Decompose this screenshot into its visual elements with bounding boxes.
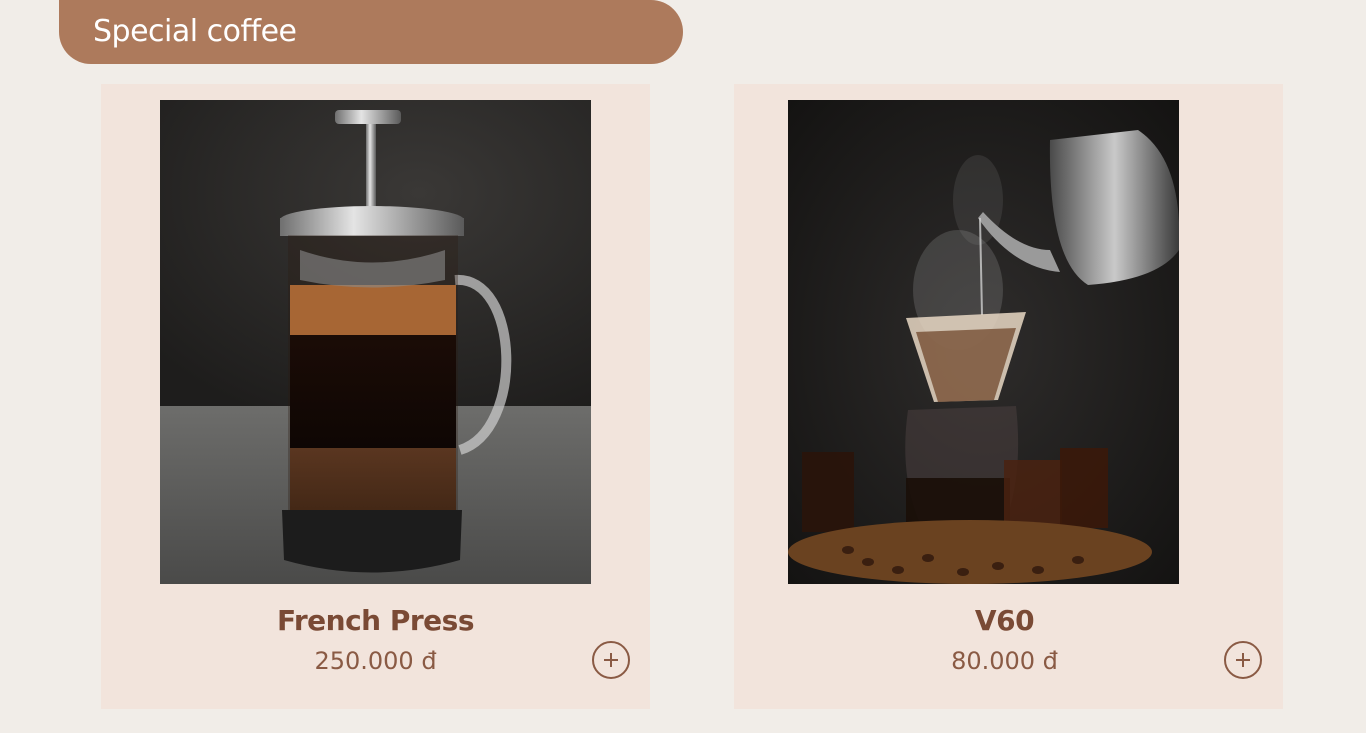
plus-icon	[1236, 653, 1250, 667]
french-press-photo	[160, 100, 591, 584]
french-press-image	[160, 100, 591, 584]
add-to-cart-button[interactable]	[592, 641, 630, 679]
product-price: 250.000 đ	[314, 647, 437, 675]
section-header: Special coffee	[59, 0, 683, 64]
product-card-french-press[interactable]: French Press 250.000 đ	[101, 84, 650, 709]
v60-photo	[788, 100, 1179, 584]
v60-pour-over-image	[788, 100, 1179, 584]
product-name: French Press	[277, 604, 475, 637]
plus-icon	[604, 653, 618, 667]
product-card-v60[interactable]: V60 80.000 đ	[734, 84, 1283, 709]
product-name: V60	[974, 604, 1035, 637]
add-to-cart-button[interactable]	[1224, 641, 1262, 679]
section-title: Special coffee	[93, 13, 297, 49]
product-price: 80.000 đ	[951, 647, 1058, 675]
